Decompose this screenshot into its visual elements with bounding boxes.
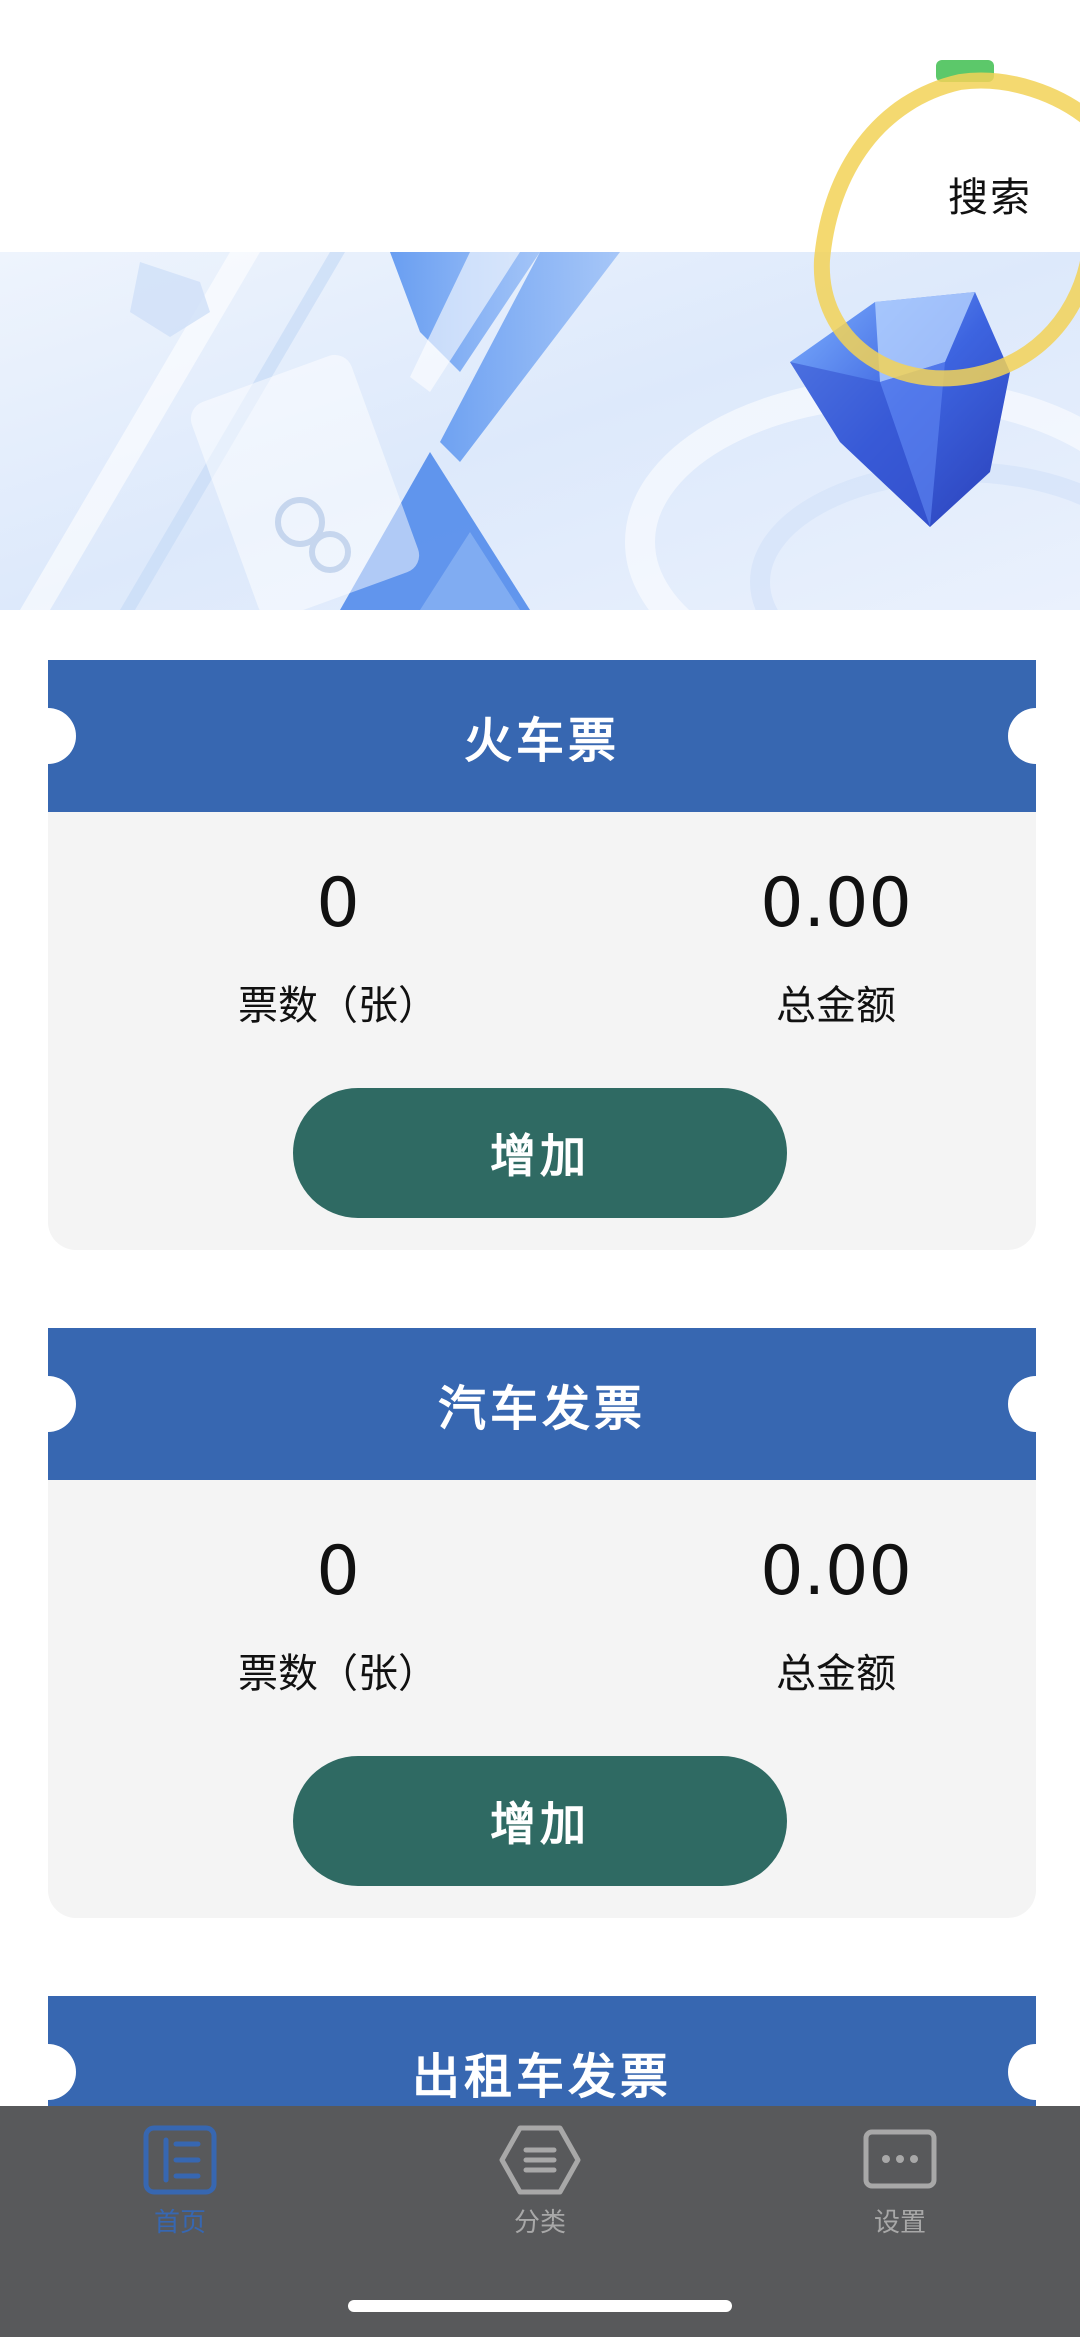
ticket-count-label: 票数（张） <box>238 1651 438 1697</box>
ticket-notch <box>1008 2044 1036 2100</box>
ticket-notch <box>48 1376 76 1432</box>
total-amount-label: 总金额 <box>776 983 896 1029</box>
ticket-notch <box>1008 1376 1036 1432</box>
total-amount-value: 0.00 <box>760 864 912 943</box>
ticket-count-value: 0 <box>316 864 360 943</box>
ticket-notch <box>48 708 76 764</box>
card-header: 火车票 <box>48 660 1036 812</box>
tab-settings-label: 设置 <box>873 2208 926 2238</box>
tab-settings[interactable]: 设置 <box>800 2124 1000 2239</box>
train-ticket-card: 火车票 0 票数（张） 0.00 总金额 增加 <box>48 660 1036 1250</box>
tab-category-label: 分类 <box>513 2208 566 2238</box>
card-title: 火车票 <box>463 713 620 769</box>
ticket-notch <box>48 2044 76 2100</box>
total-amount-label: 总金额 <box>776 1651 896 1697</box>
search-button[interactable]: 搜索 <box>948 165 1032 223</box>
banner-image <box>0 252 1080 610</box>
home-icon <box>143 2125 217 2195</box>
tab-home[interactable]: 首页 <box>80 2124 280 2239</box>
status-indicator <box>936 60 994 82</box>
category-icon <box>499 2125 581 2195</box>
tab-home-label: 首页 <box>153 2208 206 2238</box>
settings-icon <box>863 2129 937 2189</box>
ticket-count-value: 0 <box>316 1532 360 1611</box>
home-indicator[interactable] <box>348 2300 732 2312</box>
ticket-notch <box>1008 708 1036 764</box>
banner-illustration <box>0 252 1080 610</box>
card-header: 汽车发票 <box>48 1328 1036 1480</box>
card-title: 出租车发票 <box>411 2049 672 2105</box>
bus-invoice-card: 汽车发票 0 票数（张） 0.00 总金额 增加 <box>48 1328 1036 1918</box>
add-bus-invoice-button[interactable]: 增加 <box>293 1756 787 1886</box>
ticket-count-label: 票数（张） <box>238 983 438 1029</box>
tab-category[interactable]: 分类 <box>440 2124 640 2239</box>
add-train-ticket-button[interactable]: 增加 <box>293 1088 787 1218</box>
top-header: 搜索 <box>0 0 1080 252</box>
card-title: 汽车发票 <box>437 1381 646 1437</box>
total-amount-value: 0.00 <box>760 1532 912 1611</box>
